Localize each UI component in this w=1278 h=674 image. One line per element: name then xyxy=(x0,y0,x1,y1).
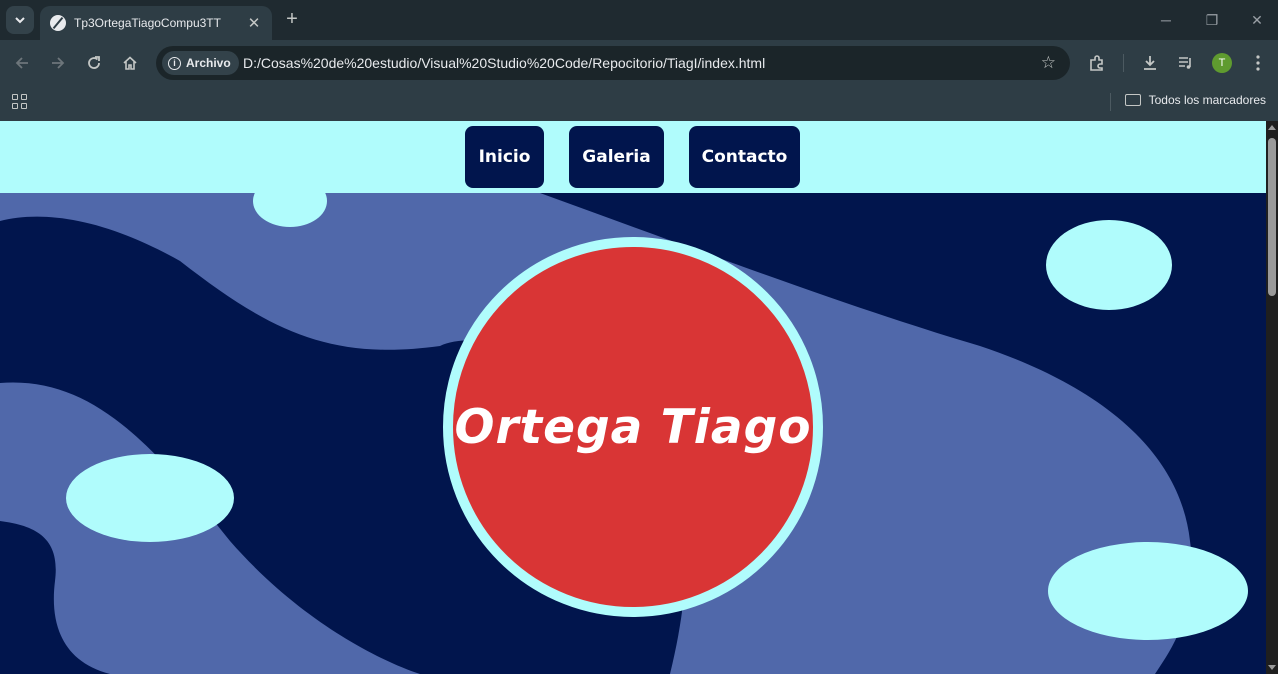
site-navbar: Inicio Galeria Contacto xyxy=(0,121,1266,193)
minimize-button[interactable]: ─ xyxy=(1150,8,1182,32)
browser-menu-button[interactable] xyxy=(1246,51,1270,75)
forward-button[interactable] xyxy=(46,51,70,75)
site-info-label: Archivo xyxy=(186,56,231,70)
new-tab-button[interactable]: + xyxy=(280,8,304,32)
page-scrollbar[interactable] xyxy=(1266,121,1278,674)
nav-contacto-button[interactable]: Contacto xyxy=(689,126,800,188)
toolbar-divider xyxy=(1123,54,1124,72)
scroll-down-arrow-icon[interactable] xyxy=(1268,665,1276,670)
extensions-icon xyxy=(1090,55,1103,71)
nav-galeria-button[interactable]: Galeria xyxy=(569,126,664,188)
media-icon xyxy=(1179,57,1191,69)
scrollbar-thumb[interactable] xyxy=(1268,138,1276,296)
tab-title: Tp3OrtegaTiagoCompu3TT xyxy=(74,16,221,30)
tab-strip: Tp3OrtegaTiagoCompu3TT ✕ + ─ ❐ ✕ xyxy=(0,0,1278,40)
star-icon[interactable]: ☆ xyxy=(1041,53,1056,73)
home-button[interactable] xyxy=(118,51,142,75)
tab-active[interactable]: Tp3OrtegaTiagoCompu3TT ✕ xyxy=(40,6,272,40)
all-bookmarks-label: Todos los marcadores xyxy=(1148,93,1266,107)
menu-icon xyxy=(1256,55,1260,71)
forward-icon xyxy=(52,57,65,69)
url-text[interactable]: D:/Cosas%20de%20estudio/Visual%20Studio%… xyxy=(243,55,765,71)
extensions-button[interactable] xyxy=(1085,51,1109,75)
bookmarks-bar: Todos los marcadores xyxy=(0,86,1278,121)
bubble-bottom-right xyxy=(1048,542,1248,640)
downloads-button[interactable] xyxy=(1138,51,1162,75)
info-icon: i xyxy=(168,56,181,70)
folder-icon xyxy=(1124,94,1141,106)
bookmarks-divider xyxy=(1110,93,1111,111)
chevron-down-icon xyxy=(15,17,25,24)
hero-title: Ortega Tiago xyxy=(454,399,812,455)
bubble-left xyxy=(66,454,234,542)
back-button[interactable] xyxy=(10,51,34,75)
page-favicon-icon xyxy=(50,15,66,31)
close-window-button[interactable]: ✕ xyxy=(1241,8,1273,32)
restore-button[interactable]: ❐ xyxy=(1196,8,1228,32)
tab-close-icon[interactable]: ✕ xyxy=(246,14,262,32)
bubble-top-right xyxy=(1046,220,1172,310)
browser-toolbar: i Archivo D:/Cosas%20de%20estudio/Visual… xyxy=(0,40,1278,86)
page-viewport: Inicio Galeria Contacto Ortega Tiago xyxy=(0,121,1266,674)
site-info-chip[interactable]: i Archivo xyxy=(162,51,239,75)
reload-icon xyxy=(88,56,100,69)
download-icon xyxy=(1144,56,1156,70)
nav-inicio-button[interactable]: Inicio xyxy=(465,126,544,188)
scroll-up-arrow-icon[interactable] xyxy=(1268,125,1276,130)
apps-icon[interactable] xyxy=(12,94,28,110)
media-controls-button[interactable] xyxy=(1174,51,1198,75)
profile-avatar[interactable]: T xyxy=(1212,53,1232,73)
browser-window: Tp3OrtegaTiagoCompu3TT ✕ + ─ ❐ ✕ i Archi… xyxy=(0,0,1278,674)
address-bar[interactable]: i Archivo D:/Cosas%20de%20estudio/Visual… xyxy=(156,46,1070,80)
home-icon xyxy=(123,56,137,70)
hero-circle: Ortega Tiago xyxy=(443,237,823,617)
reload-button[interactable] xyxy=(82,51,106,75)
all-bookmarks-folder[interactable]: Todos los marcadores xyxy=(1124,93,1266,107)
tab-search-button[interactable] xyxy=(6,6,34,34)
back-icon xyxy=(15,57,28,69)
